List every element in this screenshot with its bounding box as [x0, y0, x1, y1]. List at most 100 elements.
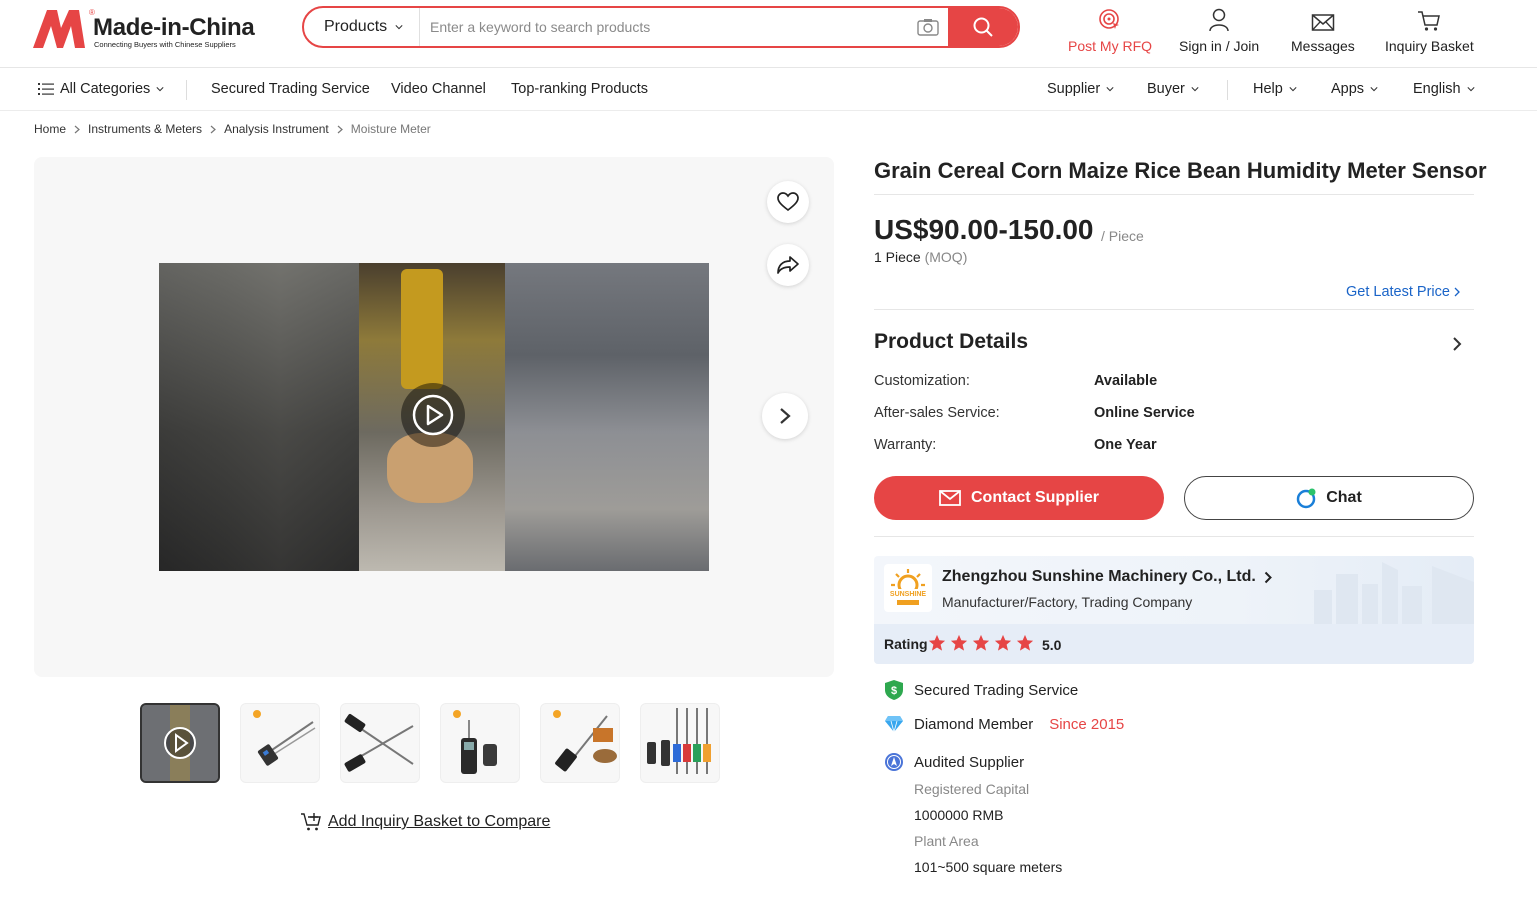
- chevron-right-icon: [1264, 571, 1272, 583]
- camera-search-icon[interactable]: [908, 8, 948, 46]
- favorite-button[interactable]: [767, 181, 809, 223]
- nav-buyer-label: Buyer: [1147, 81, 1185, 97]
- audited-supplier-badge[interactable]: Audited Supplier: [884, 752, 1024, 772]
- nav-secured-trading[interactable]: Secured Trading Service: [211, 81, 370, 97]
- nav-help-menu[interactable]: Help: [1253, 81, 1297, 97]
- share-button[interactable]: [767, 244, 809, 286]
- plant-area-value: 101~500 square meters: [914, 859, 1063, 875]
- chevron-down-icon: [1191, 87, 1199, 92]
- meter-probe-icon: [341, 704, 419, 782]
- all-categories-menu[interactable]: All Categories: [38, 81, 164, 97]
- video-meter-shape: [401, 269, 443, 389]
- chevron-right-icon: [1453, 337, 1462, 351]
- chevron-down-icon: [1106, 87, 1114, 92]
- nav-top-ranking[interactable]: Top-ranking Products: [511, 81, 648, 97]
- heart-icon: [777, 192, 799, 212]
- nav-supplier-menu[interactable]: Supplier: [1047, 81, 1114, 97]
- sign-in-label: Sign in / Join: [1179, 38, 1260, 54]
- envelope-icon: [1311, 14, 1335, 31]
- moq: 1 Piece (MOQ): [874, 249, 967, 265]
- attr-customization-value: Available: [1094, 373, 1158, 389]
- chevron-right-icon: [74, 125, 80, 133]
- diamond-member-label: Diamond Member: [914, 715, 1034, 733]
- sign-in-link[interactable]: Sign in / Join: [1179, 8, 1259, 58]
- play-button[interactable]: [401, 383, 465, 447]
- chevron-right-icon: [1454, 287, 1460, 297]
- sunshine-logo-icon: SUNSHINE: [889, 569, 927, 605]
- breadcrumb-home[interactable]: Home: [34, 122, 66, 136]
- nav-divider: [1227, 80, 1228, 100]
- play-icon: [412, 394, 454, 436]
- thumbnail-image[interactable]: [240, 703, 320, 783]
- audited-supplier-label: Audited Supplier: [914, 753, 1025, 771]
- chevron-right-icon: [780, 408, 791, 424]
- search-category-label: Products: [324, 18, 388, 35]
- attr-after-sales-key: After-sales Service:: [874, 405, 1000, 421]
- registered-capital-value: 1000000 RMB: [914, 807, 1004, 823]
- share-arrow-icon: [777, 256, 799, 274]
- nav-buyer-menu[interactable]: Buyer: [1147, 81, 1199, 97]
- breadcrumb: Home Instruments & Meters Analysis Instr…: [34, 122, 431, 136]
- diamond-icon: [885, 716, 903, 733]
- cart-plus-icon: [301, 813, 321, 831]
- divider: [874, 194, 1474, 195]
- user-icon: [1209, 8, 1229, 32]
- basket-label: Inquiry Basket: [1385, 38, 1474, 54]
- star-icon: [1016, 634, 1034, 651]
- chevron-right-icon: [210, 125, 216, 133]
- divider: [874, 536, 1474, 537]
- nav-apps-menu[interactable]: Apps: [1331, 81, 1378, 97]
- thumbnail-image[interactable]: [640, 703, 720, 783]
- nav-help-label: Help: [1253, 81, 1283, 97]
- chat-button[interactable]: Chat: [1184, 476, 1474, 520]
- messages-link[interactable]: Messages: [1291, 8, 1355, 58]
- breadcrumb-current: Moisture Meter: [350, 122, 431, 136]
- nav-language-menu[interactable]: English: [1413, 81, 1475, 97]
- secured-trading-badge[interactable]: $ Secured Trading Service: [884, 679, 1078, 701]
- video-frame-right: [505, 263, 709, 571]
- inquiry-basket-link[interactable]: Inquiry Basket: [1385, 8, 1474, 58]
- supplier-name-link[interactable]: Zhengzhou Sunshine Machinery Co., Ltd.: [942, 568, 1272, 586]
- star-icon: [928, 634, 946, 651]
- audited-seal-icon: [885, 753, 903, 771]
- search-input[interactable]: [420, 8, 908, 46]
- meter-set-icon: [641, 704, 719, 782]
- contact-supplier-button[interactable]: Contact Supplier: [874, 476, 1164, 520]
- attr-warranty-value: One Year: [1094, 437, 1157, 453]
- thumbnail-image[interactable]: [340, 703, 420, 783]
- thumbnail-image[interactable]: [540, 703, 620, 783]
- star-icon: [950, 634, 968, 651]
- price-unit: / Piece: [1101, 228, 1144, 244]
- logo-mark-icon: [33, 10, 85, 48]
- product-details-expand[interactable]: [1452, 336, 1462, 355]
- product-details-title: Product Details: [874, 330, 1029, 353]
- post-rfq-link[interactable]: Post My RFQ: [1068, 8, 1152, 58]
- supplier-card: SUNSHINE Zhengzhou Sunshine Machinery Co…: [874, 556, 1474, 664]
- breadcrumb-analysis[interactable]: Analysis Instrument: [224, 122, 329, 136]
- thumbnail-image[interactable]: [440, 703, 520, 783]
- envelope-icon: [939, 490, 961, 506]
- gallery-next-button[interactable]: [762, 393, 808, 439]
- chevron-down-icon: [395, 25, 403, 30]
- chevron-down-icon: [1289, 87, 1297, 92]
- play-icon: [142, 705, 218, 781]
- attr-customization-key: Customization:: [874, 373, 970, 389]
- get-latest-price-link[interactable]: Get Latest Price: [1346, 284, 1460, 300]
- site-logo[interactable]: ® Made-in-China Connecting Buyers with C…: [33, 8, 263, 52]
- supplier-logo[interactable]: SUNSHINE: [884, 564, 932, 612]
- add-basket-compare-link[interactable]: Add Inquiry Basket to Compare: [300, 812, 550, 832]
- product-video[interactable]: [159, 263, 709, 571]
- search-bar: Products: [302, 6, 1020, 48]
- diamond-member-badge[interactable]: Diamond Member Since 2015: [884, 715, 1124, 733]
- meter-grain-icon: [541, 704, 619, 782]
- search-category-select[interactable]: Products: [304, 8, 420, 46]
- supplier-name: Zhengzhou Sunshine Machinery Co., Ltd.: [942, 568, 1256, 585]
- nav-language-label: English: [1413, 81, 1461, 97]
- cart-icon: [1418, 11, 1441, 31]
- secured-trading-label: Secured Trading Service: [914, 681, 1079, 699]
- product-price: US$90.00-150.00: [874, 214, 1094, 245]
- search-button[interactable]: [948, 8, 1018, 46]
- thumbnail-video[interactable]: [140, 703, 220, 783]
- breadcrumb-instruments[interactable]: Instruments & Meters: [88, 122, 202, 136]
- nav-video-channel[interactable]: Video Channel: [391, 81, 486, 97]
